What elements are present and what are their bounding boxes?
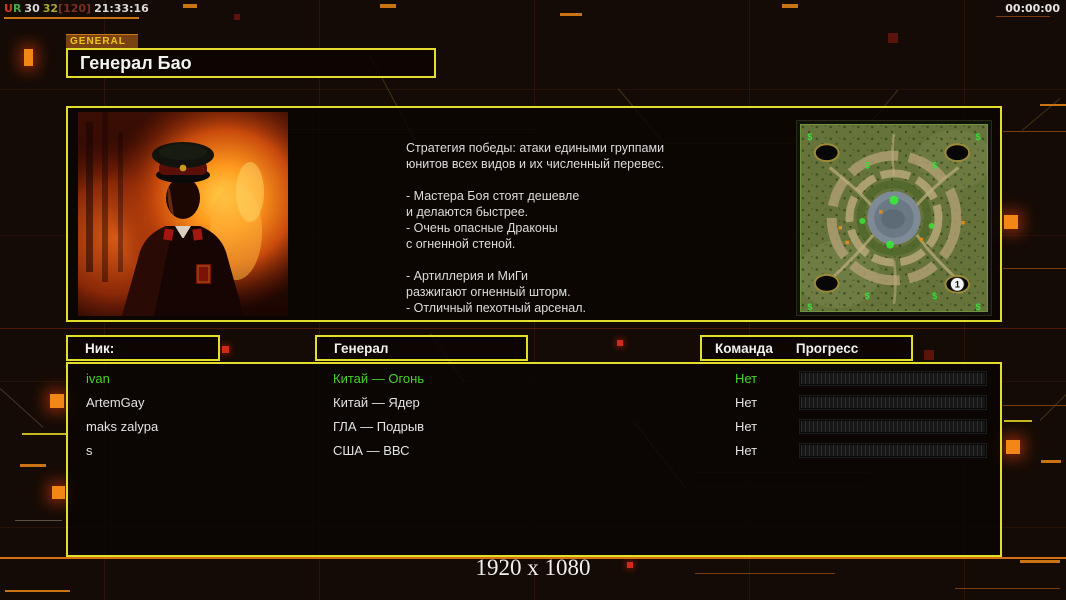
player-nick: s bbox=[86, 443, 93, 458]
table-row[interactable]: ivan Китай — Огонь Нет bbox=[68, 367, 1000, 391]
status-value-3: [120] bbox=[58, 2, 92, 15]
player-general: Китай — Ядер bbox=[333, 395, 420, 410]
decor-blip bbox=[24, 49, 33, 66]
decor-line bbox=[1004, 420, 1032, 422]
player-general: Китай — Огонь bbox=[333, 371, 425, 386]
decor-line bbox=[22, 433, 66, 435]
page-title: Генерал Бао bbox=[80, 52, 192, 73]
decor-blip bbox=[617, 340, 623, 346]
supply-icon: $ bbox=[932, 291, 937, 301]
decor-blip bbox=[52, 486, 65, 499]
table-row[interactable]: maks zalypa ГЛА — Подрыв Нет bbox=[68, 415, 1000, 439]
player-team: Нет bbox=[735, 371, 758, 386]
decor-trace bbox=[1021, 97, 1061, 131]
decor-line bbox=[560, 13, 582, 16]
decor-blip bbox=[234, 14, 240, 20]
player-team: Нет bbox=[735, 419, 758, 434]
strategy-text: Стратегия победы: атаки едиными группами… bbox=[406, 141, 665, 315]
match-timer: 00:00:00 bbox=[1005, 2, 1060, 15]
minimap-frame: $ $ $ $ $ $ $ $ 1 bbox=[796, 120, 992, 316]
table-row[interactable]: ArtemGay Китай — Ядер Нет bbox=[68, 391, 1000, 415]
general-bao-portrait bbox=[78, 112, 288, 316]
player-team: Нет bbox=[735, 395, 758, 410]
decor-line bbox=[955, 588, 1060, 589]
status-u: U bbox=[4, 2, 13, 15]
players-table: ivan Китай — Огонь Нет ArtemGay Китай — … bbox=[66, 362, 1002, 557]
general-info-panel: Стратегия победы: атаки едиными группами… bbox=[66, 106, 1002, 322]
column-header-general: Генерал bbox=[315, 335, 528, 361]
supply-icon: $ bbox=[932, 161, 937, 171]
status-bar: UR 30 32[120] 21:33:16 bbox=[4, 2, 152, 15]
decor-line bbox=[996, 16, 1050, 17]
player-general: США — ВВС bbox=[333, 443, 410, 458]
team-header-label: Команда bbox=[715, 340, 773, 356]
decor-line bbox=[1003, 131, 1066, 132]
general-title-box: Генерал Бао bbox=[66, 48, 436, 78]
supply-icon: $ bbox=[865, 161, 870, 171]
decor-blip bbox=[888, 33, 898, 43]
status-value-1: 30 bbox=[24, 2, 40, 15]
general-header-label: Генерал bbox=[334, 340, 389, 356]
decor-blip bbox=[222, 346, 229, 353]
decor-line bbox=[183, 4, 197, 8]
column-header-team-progress: Команда Прогресс bbox=[700, 335, 913, 361]
supply-icon: $ bbox=[976, 132, 981, 142]
decor-trace bbox=[0, 388, 44, 428]
player-progress-bar bbox=[799, 443, 987, 458]
decor-line bbox=[1040, 104, 1066, 106]
player-nick: ArtemGay bbox=[86, 395, 145, 410]
decor-line bbox=[20, 464, 46, 467]
tab-general: GENERAL bbox=[66, 34, 138, 48]
decor-line bbox=[4, 17, 139, 19]
decor-line bbox=[15, 520, 62, 521]
decor-line bbox=[782, 4, 798, 8]
status-value-2: 32 bbox=[42, 2, 59, 15]
nick-header-label: Ник: bbox=[85, 340, 115, 356]
decor-line bbox=[380, 4, 396, 8]
supply-icon: $ bbox=[865, 291, 870, 301]
player-general: ГЛА — Подрыв bbox=[333, 419, 425, 434]
supply-icon: $ bbox=[976, 302, 981, 312]
table-row[interactable]: s США — ВВС Нет bbox=[68, 439, 1000, 463]
player-team: Нет bbox=[735, 443, 758, 458]
player-nick: ivan bbox=[86, 371, 110, 386]
player-nick: maks zalypa bbox=[86, 419, 159, 434]
supply-icon: $ bbox=[807, 132, 812, 142]
status-r: R bbox=[12, 2, 22, 15]
decor-line bbox=[1003, 268, 1066, 269]
decor-blip bbox=[924, 350, 934, 360]
decor-blip bbox=[50, 394, 64, 408]
start-position-marker: 1 bbox=[955, 279, 960, 290]
decor-blip bbox=[1004, 215, 1018, 229]
decor-line bbox=[0, 328, 1066, 329]
player-progress-bar bbox=[799, 395, 987, 410]
status-clock: 21:33:16 bbox=[94, 2, 149, 15]
resolution-label: 1920 x 1080 bbox=[475, 555, 591, 580]
decor-blip bbox=[1006, 440, 1020, 454]
decor-trace bbox=[1039, 393, 1066, 421]
minimap: $ $ $ $ $ $ $ $ 1 bbox=[796, 124, 992, 312]
player-progress-bar bbox=[799, 419, 987, 434]
supply-icon: $ bbox=[807, 302, 812, 312]
player-progress-bar bbox=[799, 371, 987, 386]
progress-header-label: Прогресс bbox=[795, 340, 859, 356]
decor-line bbox=[1003, 405, 1066, 406]
column-header-nick: Ник: bbox=[66, 335, 220, 361]
decor-line bbox=[1041, 460, 1061, 463]
decor-line bbox=[5, 590, 70, 592]
